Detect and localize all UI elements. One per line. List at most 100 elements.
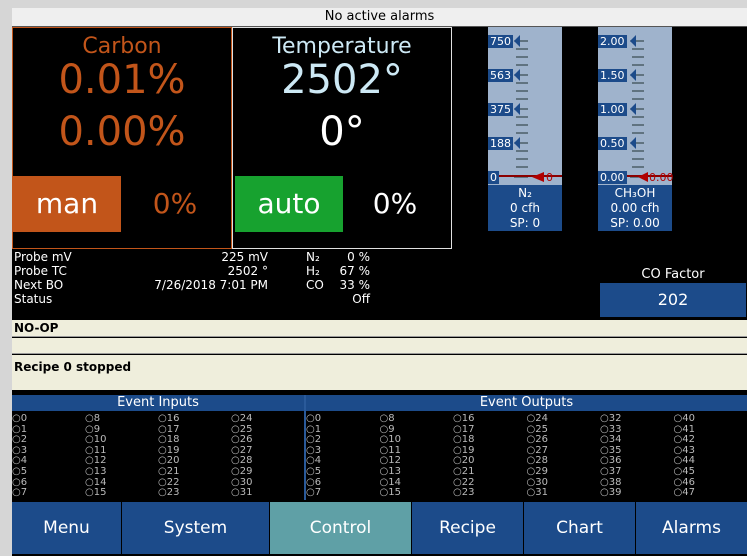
ch3oh-name: CH₃OH (614, 186, 656, 200)
event-output-10: ○10 (379, 434, 401, 446)
event-output-15: ○15 (379, 487, 401, 499)
n2-flow-info[interactable]: N₂ 0 cfh SP: 0 (488, 185, 562, 231)
event-input-22: ○22 (158, 476, 180, 488)
carbon-output-percent: 0% (152, 187, 198, 220)
event-output-21: ○21 (453, 466, 475, 477)
ch3oh-flow-info[interactable]: CH₃OH 0.00 cfh SP: 0.00 (598, 185, 672, 231)
event-output-3: ○3 (306, 444, 322, 456)
carbon-panel: Carbon 0.01% 0.00% man 0% (12, 27, 232, 249)
n2-scale-563: 563 (488, 69, 513, 82)
nav-menu-button[interactable]: Menu (12, 502, 122, 554)
temperature-actual-value: 2502° (281, 57, 403, 103)
n2-flow-gauge[interactable]: 750 563 375 188 0 0 (488, 27, 562, 185)
event-output-38: ○38 (600, 476, 622, 488)
event-outputs-header: Event Outputs (306, 395, 747, 411)
ch3oh-scale-2: 2.00 (598, 35, 627, 48)
n2-scale-188: 188 (488, 137, 513, 150)
event-output-13: ○13 (379, 466, 401, 477)
temperature-title: Temperature (272, 34, 412, 59)
co-factor-label: CO Factor (641, 267, 705, 282)
event-output-20: ○20 (453, 455, 475, 467)
event-output-25: ○25 (526, 423, 548, 435)
probe-mv-value: 225 mV (221, 250, 268, 264)
nav-recipe-button[interactable]: Recipe (412, 502, 524, 554)
event-output-43: ○43 (673, 444, 695, 456)
event-output-29: ○29 (526, 466, 548, 477)
next-bo-label: Next BO (14, 278, 64, 292)
event-output-27: ○27 (526, 444, 548, 456)
nav-control-button[interactable]: Control (270, 502, 412, 554)
event-output-9: ○9 (379, 423, 395, 435)
n2-setpoint: SP: 0 (509, 216, 541, 230)
event-input-7: ○7 (12, 487, 28, 499)
n2-name: N₂ (518, 186, 532, 200)
event-input-18: ○18 (158, 434, 180, 446)
event-output-2: ○2 (306, 434, 322, 446)
event-output-0: ○0 (306, 413, 322, 424)
carbon-mode-button[interactable]: man (13, 176, 121, 232)
n2-setpoint-marker-value: 0 (546, 171, 553, 184)
event-output-24: ○24 (526, 413, 548, 424)
event-output-19: ○19 (453, 444, 475, 456)
event-output-11: ○11 (379, 444, 401, 456)
event-input-3: ○3 (12, 444, 28, 456)
event-output-41: ○41 (673, 423, 695, 435)
event-input-30: ○30 (231, 476, 253, 488)
event-input-12: ○12 (85, 455, 107, 467)
event-input-5: ○5 (12, 466, 28, 477)
co-factor-value[interactable]: 202 (600, 283, 746, 317)
event-output-18: ○18 (453, 434, 475, 446)
ch3oh-scale-1: 1.00 (598, 103, 627, 116)
event-input-23: ○23 (158, 487, 180, 499)
temperature-setpoint-value[interactable]: 0° (233, 110, 451, 154)
event-output-30: ○30 (526, 476, 548, 488)
h2-percent-label: H₂ (306, 264, 320, 278)
temperature-mode-button[interactable]: auto (235, 176, 343, 232)
temperature-panel: Temperature 2502° 0° auto 0% (232, 27, 452, 249)
event-input-14: ○14 (85, 476, 107, 488)
event-output-26: ○26 (526, 434, 548, 446)
nav-system-button[interactable]: System (122, 502, 270, 554)
ch3oh-setpoint-marker-value: 0.00 (649, 171, 674, 184)
ch3oh-scale-0: 0.00 (598, 171, 627, 184)
event-output-37: ○37 (600, 466, 622, 477)
carbon-title: Carbon (82, 34, 162, 59)
event-input-2: ○2 (12, 434, 28, 446)
ch3oh-scale-1-5: 1.50 (598, 69, 627, 82)
event-output-35: ○35 (600, 444, 622, 456)
alarm-status-bar[interactable]: No active alarms (12, 8, 747, 27)
ch3oh-flow-gauge[interactable]: 2.00 1.50 1.00 0.50 0.00 0.00 (598, 27, 674, 185)
event-input-0: ○0 (12, 413, 28, 424)
nav-alarms-button[interactable]: Alarms (636, 502, 747, 554)
nav-chart-button[interactable]: Chart (524, 502, 636, 554)
n2-flow: 0 cfh (510, 201, 540, 215)
probe-mv-label: Probe mV (14, 250, 72, 264)
event-output-14: ○14 (379, 476, 401, 488)
event-output-23: ○23 (453, 487, 475, 499)
event-input-11: ○11 (85, 444, 107, 456)
event-input-24: ○24 (231, 413, 253, 424)
temperature-output-percent: 0% (372, 187, 418, 220)
n2-scale-375: 375 (488, 103, 513, 116)
n2-scale-0: 0 (488, 171, 499, 184)
ch3oh-flow: 0.00 cfh (610, 201, 660, 215)
event-output-47: ○47 (673, 487, 695, 499)
probe-tc-label: Probe TC (14, 264, 67, 278)
recipe-status-line: Recipe 0 stopped (12, 355, 747, 390)
event-input-4: ○4 (12, 455, 28, 467)
event-input-6: ○6 (12, 476, 28, 488)
event-output-17: ○17 (453, 423, 475, 435)
event-output-28: ○28 (526, 455, 548, 467)
n2-scale-750: 750 (488, 35, 513, 48)
event-output-4: ○4 (306, 455, 322, 467)
carbon-setpoint-value[interactable]: 0.00% (13, 110, 231, 154)
probe-tc-value: 2502 ° (227, 264, 268, 278)
event-input-20: ○20 (158, 455, 180, 467)
controller-screen: No active alarms Carbon 0.01% 0.00% man … (12, 8, 747, 556)
event-output-42: ○42 (673, 434, 695, 446)
event-output-36: ○36 (600, 455, 622, 467)
co-percent-value: 33 % (339, 278, 371, 292)
event-output-12: ○12 (379, 455, 401, 467)
event-input-29: ○29 (231, 466, 253, 477)
event-output-31: ○31 (526, 487, 548, 499)
